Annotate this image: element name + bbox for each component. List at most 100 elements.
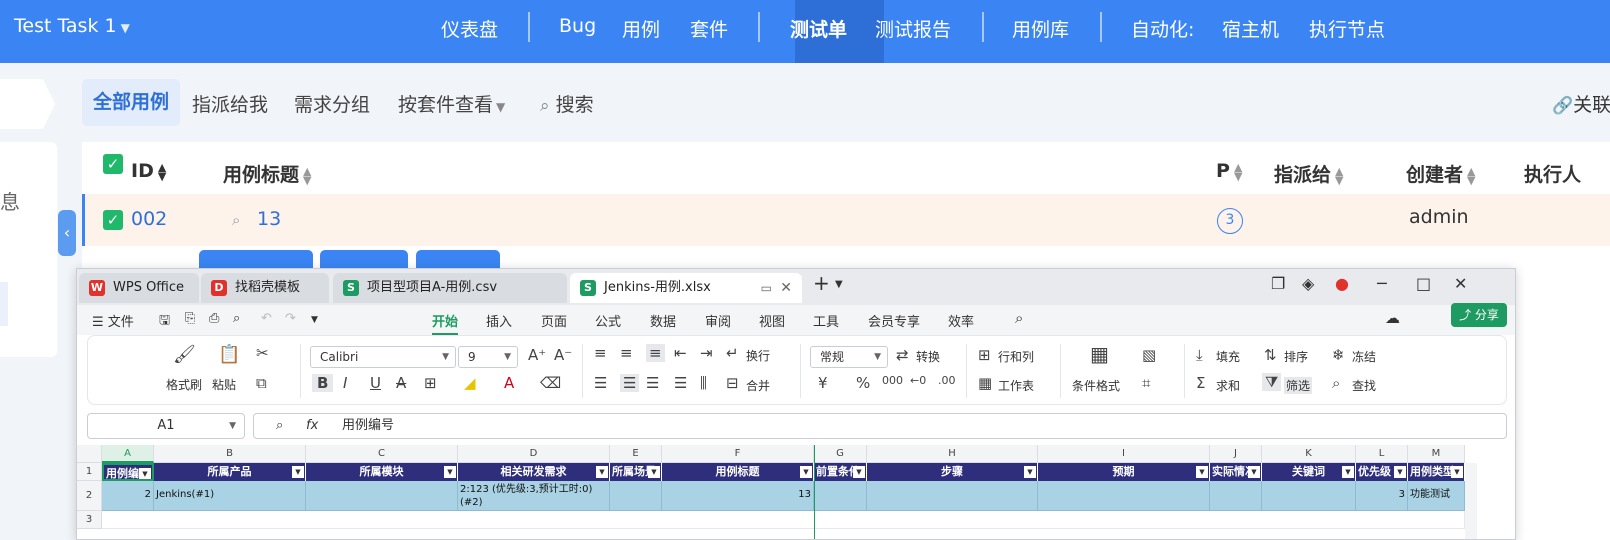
freeze-button[interactable]: 冻结 — [1352, 348, 1376, 365]
bold-icon[interactable]: B — [312, 374, 334, 392]
workspace-icon[interactable]: ❐ — [1271, 274, 1285, 293]
sheet-cell[interactable]: 2 — [102, 481, 154, 511]
align-bottom-icon[interactable]: ≡ — [646, 344, 665, 362]
project-switcher[interactable]: Test Task 1 ▼ — [14, 15, 130, 37]
nav-bug[interactable]: Bug — [559, 15, 596, 37]
col-header-priority[interactable]: P ▲ ▼ — [1216, 160, 1242, 182]
search-icon[interactable]: ⌕ — [1015, 309, 1023, 327]
justify-icon[interactable]: ☰ — [674, 374, 687, 392]
sheet-cell[interactable] — [1210, 481, 1262, 511]
fill-icon[interactable]: ⤓ — [1196, 346, 1203, 364]
col-header-f[interactable]: F — [662, 445, 814, 463]
paste-icon[interactable]: 📋 — [218, 344, 240, 365]
window-mode-icon[interactable]: ▭ — [761, 273, 772, 303]
wps-tab-csv[interactable]: S 项目型项目A-用例.csv — [333, 273, 567, 303]
share-button[interactable]: ⤴ 分享 — [1451, 303, 1507, 327]
nav-automation[interactable]: 自动化: — [1131, 15, 1194, 42]
table-row[interactable]: ✓ 002 ⌕ 13 3 admin — [82, 194, 1610, 246]
save-icon[interactable]: 🖫 — [159, 311, 170, 333]
zoom-icon[interactable]: ⌕ — [276, 414, 283, 438]
maximize-icon[interactable]: □ — [1416, 274, 1431, 293]
menu-member[interactable]: 会员专享 — [868, 311, 920, 330]
file-menu[interactable]: ☰ 文件 — [92, 311, 134, 330]
sheet-cell[interactable] — [610, 481, 662, 511]
sheet-header-cell[interactable]: 所属场景 ▼ — [610, 463, 662, 481]
find-icon[interactable]: ⌕ — [1332, 374, 1340, 392]
wps-tab-xlsx[interactable]: S Jenkins-用例.xlsx ▭ ✕ — [570, 273, 802, 303]
decimal-decrease-icon[interactable]: .00 — [938, 374, 956, 387]
add-tab-icon[interactable]: + — [813, 271, 830, 295]
format-painter-button[interactable]: 格式刷 — [166, 376, 202, 393]
col-header-a[interactable]: A — [102, 445, 154, 463]
convert-button[interactable]: 转换 — [916, 348, 940, 365]
row-header-3[interactable]: 3 — [77, 511, 102, 529]
nav-suites[interactable]: 套件 — [690, 15, 728, 42]
col-header-b[interactable]: B — [154, 445, 306, 463]
menu-insert[interactable]: 插入 — [486, 311, 512, 330]
sheet-cell[interactable] — [1038, 481, 1210, 511]
minimize-icon[interactable]: ─ — [1377, 274, 1387, 293]
wps-tab-home[interactable]: W WPS Office — [79, 273, 199, 303]
sheet-header-cell[interactable]: 用例类型 ▼ — [1408, 463, 1465, 481]
chevron-down-icon[interactable]: ▼ — [311, 315, 318, 325]
worksheet-icon[interactable]: ▦ — [978, 374, 992, 392]
sheet-cell[interactable]: Jenkins(#1) — [154, 481, 306, 511]
filter-dropdown-icon[interactable]: ▼ — [596, 466, 608, 478]
wrap-icon[interactable]: ↵ — [726, 344, 739, 362]
menu-tools[interactable]: 工具 — [813, 311, 839, 330]
col-header-g[interactable]: G — [814, 445, 867, 463]
sheet-header-cell[interactable]: 实际情况 ▼ — [1210, 463, 1262, 481]
row-checkbox[interactable]: ✓ — [103, 210, 123, 230]
fill-color-icon[interactable]: ◢ — [464, 374, 476, 392]
filter-dropdown-icon[interactable]: ▼ — [292, 466, 304, 478]
empty-row[interactable] — [102, 511, 1465, 529]
search-tab[interactable]: ⌕ 搜索 — [540, 90, 594, 117]
align-middle-icon[interactable]: ≡ — [620, 344, 633, 362]
distributed-icon[interactable]: ⫼ — [700, 374, 707, 392]
sheet-header-cell[interactable]: 预期 ▼ — [1038, 463, 1210, 481]
redo-icon[interactable]: ↷ — [285, 311, 296, 326]
strikethrough-icon[interactable]: A — [396, 374, 406, 392]
nav-testreport[interactable]: 测试报告 — [875, 15, 951, 42]
row-title[interactable]: 13 — [257, 208, 281, 230]
sheet-header-cell[interactable]: 步骤 ▼ — [867, 463, 1038, 481]
col-header-i[interactable]: I — [1038, 445, 1210, 463]
number-format-select[interactable]: 常规 ▼ — [810, 346, 888, 368]
cond-format-icon[interactable]: ▦ — [1090, 342, 1109, 366]
col-header-assignee[interactable]: 指派给 ▲ ▼ — [1274, 160, 1343, 187]
merge-button[interactable]: 合并 — [746, 377, 770, 394]
menu-home[interactable]: 开始 — [432, 311, 459, 335]
wrap-button[interactable]: 换行 — [746, 347, 770, 364]
filter-dropdown-icon[interactable]: ▼ — [648, 466, 660, 478]
italic-icon[interactable]: I — [343, 374, 347, 392]
col-header-title[interactable]: 用例标题 ▲ ▼ — [223, 160, 311, 187]
col-header-j[interactable]: J — [1210, 445, 1262, 463]
fx-icon[interactable]: fx — [306, 414, 318, 438]
filter-dropdown-icon[interactable]: ▼ — [800, 466, 812, 478]
nav-testtask[interactable]: 测试单 — [790, 15, 847, 42]
underline-icon[interactable]: U — [370, 374, 381, 392]
chevron-down-icon[interactable]: ▼ — [835, 279, 843, 290]
sheet-cell[interactable] — [867, 481, 1038, 511]
menu-formula[interactable]: 公式 — [595, 311, 621, 330]
col-header-executor[interactable]: 执行人 — [1524, 160, 1581, 187]
filter-button[interactable]: 筛选 — [1284, 377, 1313, 394]
formula-input[interactable]: ⌕ fx 用例编号 — [253, 413, 1507, 439]
decrease-font-icon[interactable]: A⁻ — [554, 346, 572, 364]
filter-dropdown-icon[interactable]: ▼ — [1248, 466, 1260, 478]
action-button[interactable] — [320, 250, 408, 270]
col-header-e[interactable]: E — [610, 445, 662, 463]
tab-assigned-to-me[interactable]: 指派给我 — [192, 90, 268, 117]
find-button[interactable]: 查找 — [1352, 377, 1376, 394]
menu-view[interactable]: 视图 — [759, 311, 785, 330]
nav-host[interactable]: 宿主机 — [1222, 15, 1279, 42]
sheet-cell[interactable] — [814, 481, 867, 511]
link-cases-button[interactable]: 🔗关联 — [1552, 90, 1610, 117]
sheet-header-cell[interactable]: 所属模块 ▼ — [306, 463, 458, 481]
sort-button[interactable]: 排序 — [1284, 348, 1308, 365]
cond-format-button[interactable]: 条件格式 — [1072, 377, 1120, 394]
filter-dropdown-icon[interactable]: ▼ — [1196, 466, 1208, 478]
copy-icon[interactable]: ⧉ — [256, 374, 267, 392]
merge-icon[interactable]: ⊟ — [726, 374, 739, 392]
select-all-checkbox[interactable]: ✓ — [103, 154, 123, 174]
